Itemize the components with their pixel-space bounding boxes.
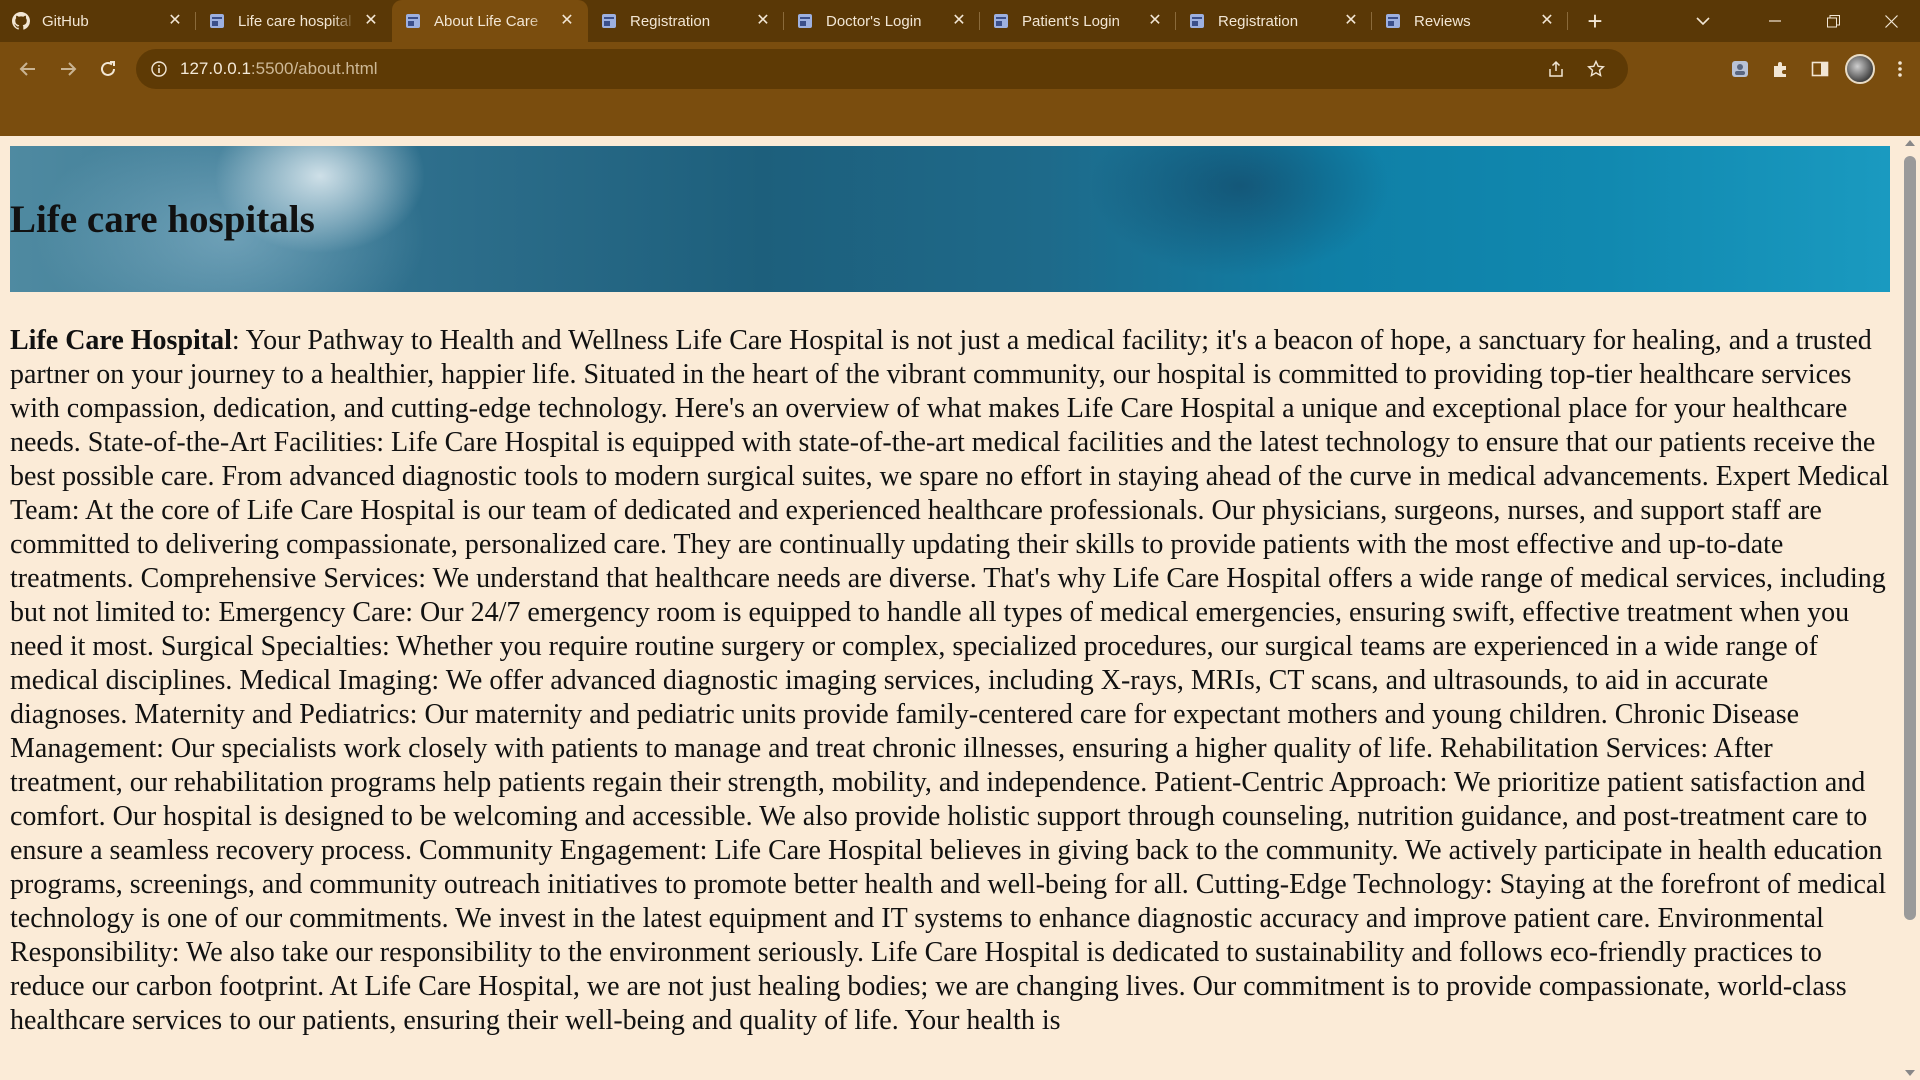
tab-title: Life care hospital: [238, 12, 352, 30]
window-controls: [1746, 0, 1920, 42]
close-icon[interactable]: ✕: [1146, 12, 1164, 30]
tab-life-care-hospital[interactable]: Life care hospital ✕: [196, 0, 392, 42]
url-path: :5500/about.html: [250, 59, 378, 78]
browser-chrome: GitHub ✕ Life care hospital ✕ About Life…: [0, 0, 1920, 136]
tab-strip: GitHub ✕ Life care hospital ✕ About Life…: [0, 0, 1920, 42]
tab-github[interactable]: GitHub ✕: [0, 0, 196, 42]
close-icon[interactable]: ✕: [166, 12, 184, 30]
vertical-scrollbar[interactable]: [1900, 136, 1920, 1080]
close-icon[interactable]: ✕: [362, 12, 380, 30]
share-icon[interactable]: [1536, 60, 1576, 78]
scroll-down-arrow-icon[interactable]: [1905, 1070, 1915, 1076]
page-icon: [208, 12, 226, 30]
page-icon: [1384, 12, 1402, 30]
side-panel-icon[interactable]: [1800, 49, 1840, 89]
extension-icon[interactable]: [1720, 49, 1760, 89]
extensions-area: [1720, 49, 1920, 89]
tab-title: Registration: [630, 12, 711, 30]
reload-icon[interactable]: [88, 49, 128, 89]
scroll-up-arrow-icon[interactable]: [1905, 140, 1915, 146]
tab-title: GitHub: [42, 12, 89, 30]
tab-registration-2[interactable]: Registration ✕: [1176, 0, 1372, 42]
close-icon[interactable]: ✕: [1342, 12, 1360, 30]
close-icon[interactable]: ✕: [754, 12, 772, 30]
tab-patients-login[interactable]: Patient's Login ✕: [980, 0, 1176, 42]
page-icon: [992, 12, 1010, 30]
forward-arrow-icon[interactable]: [48, 49, 88, 89]
tab-title: Reviews: [1414, 12, 1471, 30]
restore-icon[interactable]: [1804, 0, 1862, 42]
tab-title: Doctor's Login: [826, 12, 922, 30]
page-icon: [796, 12, 814, 30]
chevron-down-icon[interactable]: [1682, 0, 1724, 42]
about-paragraph: Life Care Hospital: Your Pathway to Heal…: [10, 324, 1890, 1038]
tab-registration[interactable]: Registration ✕: [588, 0, 784, 42]
new-tab-button[interactable]: +: [1574, 0, 1616, 42]
page-icon: [404, 12, 422, 30]
url-host: 127.0.0.1: [180, 59, 251, 78]
tab-title: Patient's Login: [1022, 12, 1120, 30]
toolbar: 127.0.0.1:5500/about.html: [0, 42, 1920, 96]
avatar: [1845, 54, 1875, 84]
page-icon: [1188, 12, 1206, 30]
close-window-icon[interactable]: [1862, 0, 1920, 42]
page-viewport: Life care hospitals Life Care Hospital: …: [0, 136, 1920, 1080]
lead-bold-text: Life Care Hospital: [10, 325, 232, 356]
scrollbar-thumb[interactable]: [1904, 156, 1916, 920]
banner: Life care hospitals: [10, 146, 1890, 292]
bookmarks-bar: [0, 96, 1920, 136]
tab-doctors-login[interactable]: Doctor's Login ✕: [784, 0, 980, 42]
github-icon: [12, 12, 30, 30]
close-icon[interactable]: ✕: [950, 12, 968, 30]
kebab-menu-icon[interactable]: [1880, 49, 1920, 89]
page-title: Life care hospitals: [10, 197, 315, 241]
close-icon[interactable]: ✕: [1538, 12, 1556, 30]
close-icon[interactable]: ✕: [558, 12, 576, 30]
tab-reviews[interactable]: Reviews ✕: [1372, 0, 1568, 42]
url-text[interactable]: 127.0.0.1:5500/about.html: [180, 59, 1536, 79]
profile-avatar[interactable]: [1840, 49, 1880, 89]
puzzle-extensions-icon[interactable]: [1760, 49, 1800, 89]
tab-about-life-care[interactable]: About Life Care ✕: [392, 0, 588, 42]
tab-title: About Life Care: [434, 12, 539, 30]
bookmark-star-icon[interactable]: [1576, 60, 1616, 78]
page-icon: [600, 12, 618, 30]
page-content: Life care hospitals Life Care Hospital: …: [10, 146, 1890, 1038]
back-arrow-icon[interactable]: [8, 49, 48, 89]
minimize-icon[interactable]: [1746, 0, 1804, 42]
address-bar[interactable]: 127.0.0.1:5500/about.html: [136, 49, 1628, 89]
info-icon[interactable]: [150, 60, 168, 78]
body-text: : Your Pathway to Health and Wellness Li…: [10, 325, 1890, 1036]
tab-title: Registration: [1218, 12, 1299, 30]
